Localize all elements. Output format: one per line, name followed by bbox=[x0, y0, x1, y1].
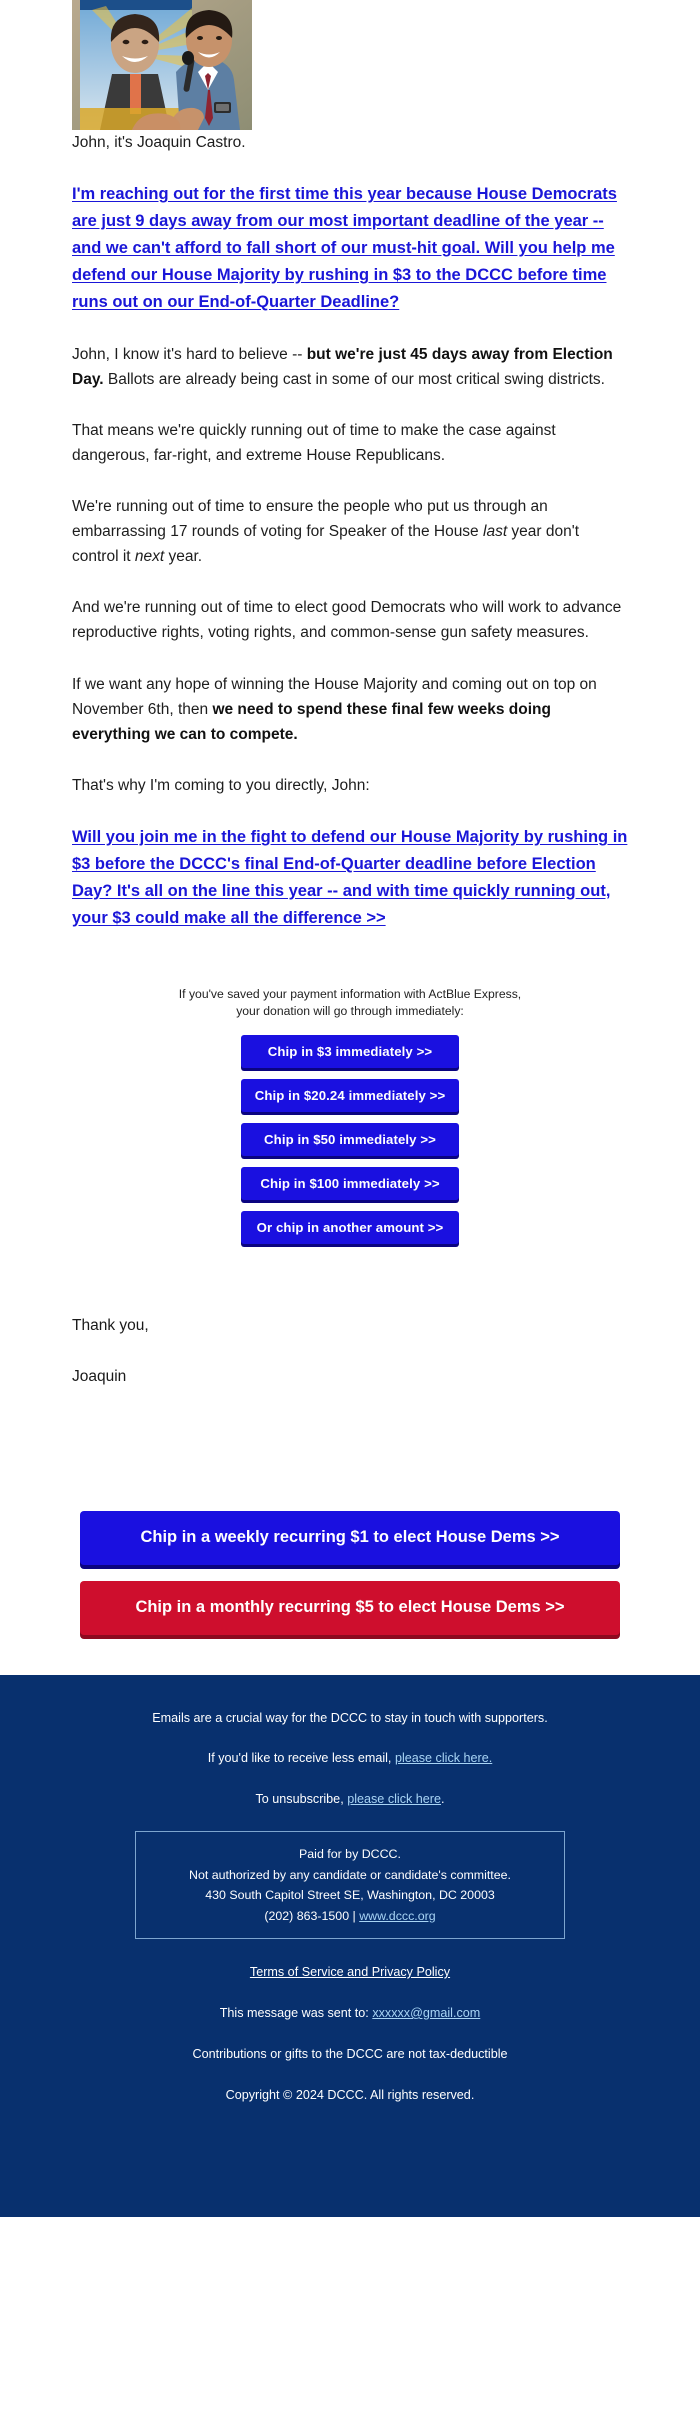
paragraph-november-sixth: If we want any hope of winning the House… bbox=[72, 672, 628, 747]
paragraph-speaker-votes: We're running out of time to ensure the … bbox=[72, 494, 628, 569]
joaquin-castro-speaking-photo bbox=[72, 0, 252, 130]
recipient-email-link[interactable]: xxxxxx@gmail.com bbox=[372, 2006, 480, 2020]
paid-for-line: Paid for by DCCC. bbox=[299, 1847, 401, 1862]
greeting-paragraph: John, it's Joaquin Castro. bbox=[72, 134, 246, 151]
footer-bottom-spacer bbox=[40, 2127, 660, 2171]
donate-button-other-amount[interactable]: Or chip in another amount >> bbox=[241, 1210, 459, 1244]
para4-text-a: We're running out of time to ensure the … bbox=[72, 498, 548, 541]
primary-donate-link-bottom[interactable]: Will you join me in the fight to defend … bbox=[72, 824, 628, 932]
signoff-block: Thank you, Joaquin bbox=[72, 1314, 628, 1390]
signoff-thanks: Thank you, bbox=[72, 1316, 149, 1334]
footer-tax-deductible-line: Contributions or gifts to the DCCC are n… bbox=[192, 2046, 508, 2061]
phone-number: (202) 863-1500 | bbox=[264, 1908, 360, 1923]
paid-for-disclaimer-box: Paid for by DCCC. Not authorized by any … bbox=[135, 1831, 565, 1940]
sent-to-prefix: This message was sent to: bbox=[219, 2005, 373, 2020]
recurring-donation-block: Chip in a weekly recurring $1 to elect H… bbox=[0, 1416, 700, 1675]
address-line: 430 South Capitol Street SE, Washington,… bbox=[205, 1888, 495, 1903]
not-authorized-line: Not authorized by any candidate or candi… bbox=[189, 1867, 511, 1882]
terms-of-service-link[interactable]: Terms of Service and Privacy Policy bbox=[250, 1965, 450, 1979]
footer-less-email-line: If you'd like to receive less email, ple… bbox=[40, 1749, 660, 1768]
para4-text-c: year. bbox=[164, 548, 203, 566]
footer-copyright-line: Copyright © 2024 DCCC. All rights reserv… bbox=[225, 2087, 475, 2102]
recurring-weekly-button[interactable]: Chip in a weekly recurring $1 to elect H… bbox=[80, 1510, 620, 1565]
footer-unsubscribe-line: To unsubscribe, please click here. bbox=[40, 1790, 660, 1809]
donate-button-20-24[interactable]: Chip in $20.24 immediately >> bbox=[241, 1078, 459, 1112]
para4-italic-next: next bbox=[134, 548, 165, 566]
email-footer: Emails are a crucial way for the DCCC to… bbox=[0, 1674, 700, 2217]
unsubscribe-suffix: . bbox=[441, 1792, 445, 1807]
footer-crucial-way-text: Emails are a crucial way for the DCCC to… bbox=[152, 1710, 548, 1725]
unsubscribe-link[interactable]: please click here bbox=[347, 1792, 441, 1806]
donation-button-block: If you've saved your payment information… bbox=[72, 958, 628, 1254]
para4-italic-last: last bbox=[483, 523, 508, 541]
receive-less-email-link[interactable]: please click here. bbox=[395, 1751, 492, 1765]
unsubscribe-prefix: To unsubscribe, bbox=[255, 1792, 348, 1807]
less-email-prefix: If you'd like to receive less email, bbox=[207, 1751, 395, 1766]
recurring-monthly-button[interactable]: Chip in a monthly recurring $5 to elect … bbox=[80, 1580, 620, 1635]
donate-button-3[interactable]: Chip in $3 immediately >> bbox=[241, 1034, 459, 1068]
donate-button-100[interactable]: Chip in $100 immediately >> bbox=[241, 1166, 459, 1200]
dccc-website-link[interactable]: www.dccc.org bbox=[359, 1909, 435, 1923]
express-note-line-2: your donation will go through immediatel… bbox=[236, 1004, 464, 1019]
footer-sent-to-line: This message was sent to: xxxxxx@gmail.c… bbox=[40, 2004, 660, 2023]
donation-amount-buttons: Chip in $3 immediately >> Chip in $20.24… bbox=[72, 1034, 628, 1244]
paragraph-elect-democrats: And we're running out of time to elect g… bbox=[72, 599, 622, 642]
phone-website-line: (202) 863-1500 | www.dccc.org bbox=[152, 1906, 548, 1926]
donate-button-50[interactable]: Chip in $50 immediately >> bbox=[241, 1122, 459, 1156]
signoff-name: Joaquin bbox=[72, 1367, 127, 1385]
footer-terms-line: Terms of Service and Privacy Policy bbox=[40, 1963, 660, 1982]
paragraph-election-day: John, I know it's hard to believe -- but… bbox=[72, 342, 628, 392]
paragraph-coming-to-you: That's why I'm coming to you directly, J… bbox=[72, 776, 370, 794]
primary-donate-link-top[interactable]: I'm reaching out for the first time this… bbox=[72, 181, 628, 315]
express-note-line-1: If you've saved your payment information… bbox=[178, 986, 522, 1001]
hero-image-container bbox=[0, 0, 700, 130]
email-content: John, it's Joaquin Castro. I'm reaching … bbox=[0, 130, 700, 1390]
actblue-express-note: If you've saved your payment information… bbox=[72, 986, 628, 1021]
para2-text-a: John, I know it's hard to believe -- bbox=[72, 345, 307, 363]
email-body: John, it's Joaquin Castro. I'm reaching … bbox=[0, 0, 700, 2217]
paragraph-make-the-case: That means we're quickly running out of … bbox=[72, 421, 556, 464]
para2-text-c: Ballots are already being cast in some o… bbox=[103, 370, 605, 388]
